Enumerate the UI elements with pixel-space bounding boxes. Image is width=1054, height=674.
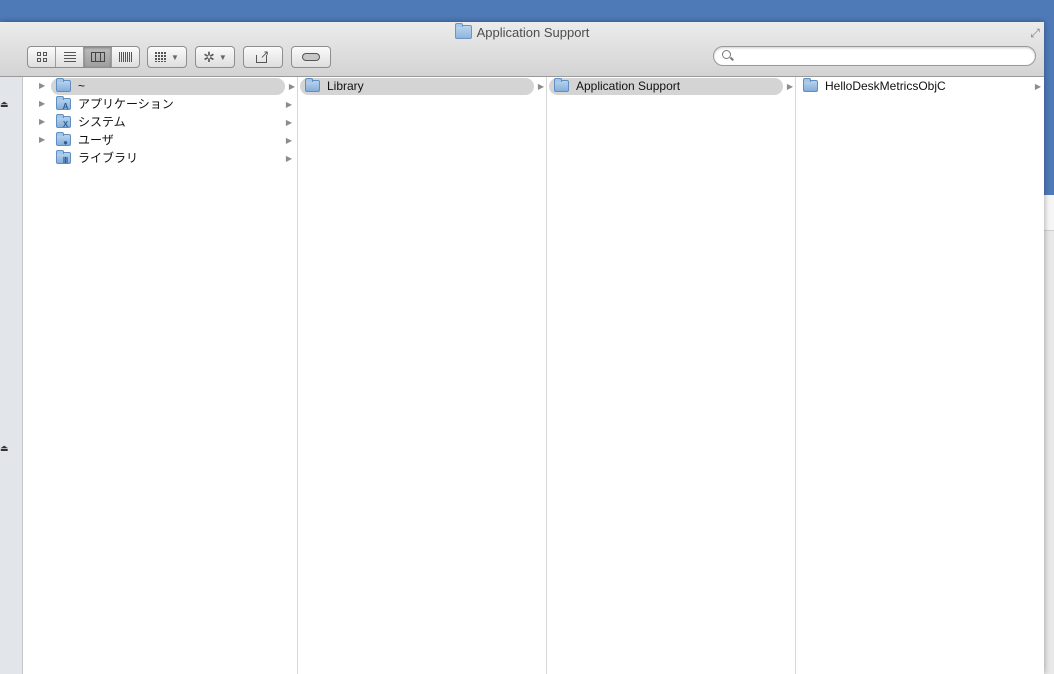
disclosure-triangle-icon[interactable]: ▶ — [39, 77, 45, 94]
browser-column-3: Application Support ▶ — [547, 77, 796, 674]
arrange-button[interactable]: ▼ — [147, 46, 187, 68]
action-button[interactable]: ✲ ▼ — [195, 46, 235, 68]
chevron-right-icon: ▶ — [285, 100, 292, 109]
cover-flow-icon — [118, 52, 133, 62]
item-label: HelloDeskMetricsObjC — [825, 79, 946, 93]
applications-folder-icon: A — [56, 96, 71, 111]
item-label: Application Support — [576, 79, 681, 93]
list-item[interactable]: HelloDeskMetricsObjC ▶ — [798, 78, 1044, 95]
browser-column-1: ~ ▶ A アプリケーション ▶ X システム ▶ ● ユーザ ▶ Ⅲ ライブラ… — [49, 77, 298, 674]
folder-icon — [454, 23, 472, 39]
search-input[interactable] — [738, 48, 1032, 66]
toolbar: Application Support ⤢ ▼ ✲ ▼ — [0, 22, 1044, 77]
list-item[interactable]: X システム ▶ — [51, 114, 295, 131]
desktop-background-strip — [1044, 195, 1054, 674]
list-item[interactable]: Application Support ▶ — [549, 78, 793, 95]
list-view-button[interactable] — [56, 47, 84, 67]
window-title-bar: Application Support — [0, 23, 1044, 41]
tags-toggle-button[interactable] — [291, 46, 331, 68]
chevron-right-icon: ▶ — [288, 82, 295, 91]
disclosure-triangle-icon[interactable]: ▶ — [39, 95, 45, 112]
column-view-icon — [90, 52, 105, 62]
chevron-down-icon: ▼ — [218, 52, 227, 62]
disclosure-triangle-icon[interactable]: ▶ — [39, 113, 45, 130]
chevron-right-icon: ▶ — [285, 154, 292, 163]
column-view-button[interactable] — [84, 47, 112, 67]
chevron-right-icon: ▶ — [285, 136, 292, 145]
eject-icon[interactable]: ⏏ — [0, 443, 9, 453]
chevron-down-icon: ▼ — [171, 52, 179, 62]
list-item[interactable]: Ⅲ ライブラリ ▶ — [51, 150, 295, 167]
fullscreen-icon[interactable]: ⤢ — [1028, 26, 1042, 40]
list-view-icon — [63, 52, 76, 62]
list-item[interactable]: Library ▶ — [300, 78, 544, 95]
system-folder-icon: X — [56, 114, 71, 129]
icon-view-button[interactable] — [28, 47, 56, 67]
list-item[interactable]: A アプリケーション ▶ — [51, 96, 295, 113]
search-icon — [722, 50, 731, 59]
cover-flow-view-button[interactable] — [112, 47, 139, 67]
share-icon — [256, 48, 270, 63]
browser-column-2: Library ▶ — [298, 77, 547, 674]
view-mode-segmented-control — [27, 46, 140, 68]
folder-icon — [56, 78, 71, 92]
arrange-icon — [155, 52, 168, 62]
eject-icon[interactable]: ⏏ — [0, 99, 9, 109]
share-button[interactable] — [243, 46, 283, 68]
list-item[interactable]: ~ ▶ — [51, 78, 295, 95]
item-label: ユーザ — [78, 133, 114, 147]
list-item[interactable]: ● ユーザ ▶ — [51, 132, 295, 149]
search-field[interactable] — [713, 46, 1036, 66]
library-folder-icon: Ⅲ — [56, 150, 71, 165]
disclosure-triangle-icon[interactable]: ▶ — [39, 131, 45, 148]
chevron-right-icon: ▶ — [285, 118, 292, 127]
chevron-right-icon: ▶ — [786, 82, 793, 91]
users-folder-icon: ● — [56, 132, 71, 147]
chevron-right-icon: ▶ — [1034, 82, 1041, 91]
item-label: ~ — [78, 79, 86, 93]
item-label: アプリケーション — [78, 97, 174, 111]
folder-icon — [803, 78, 818, 92]
window-title: Application Support — [476, 25, 590, 40]
browser-column-4: HelloDeskMetricsObjC ▶ — [796, 77, 1044, 674]
item-label: ライブラリ — [78, 151, 139, 165]
chevron-right-icon: ▶ — [537, 82, 544, 91]
folder-icon — [305, 78, 320, 92]
sidebar: ⏏ ⏏ — [0, 77, 23, 674]
finder-window: Application Support ⤢ ▼ ✲▼ ⏏ ⏏ ▶ ▶ — [0, 22, 1044, 674]
icon-view-icon — [36, 52, 47, 62]
toggle-icon — [302, 53, 320, 61]
item-label: Library — [327, 79, 364, 93]
gear-icon: ✲ — [203, 49, 215, 65]
folder-icon — [554, 78, 569, 92]
item-label: システム — [78, 115, 126, 129]
